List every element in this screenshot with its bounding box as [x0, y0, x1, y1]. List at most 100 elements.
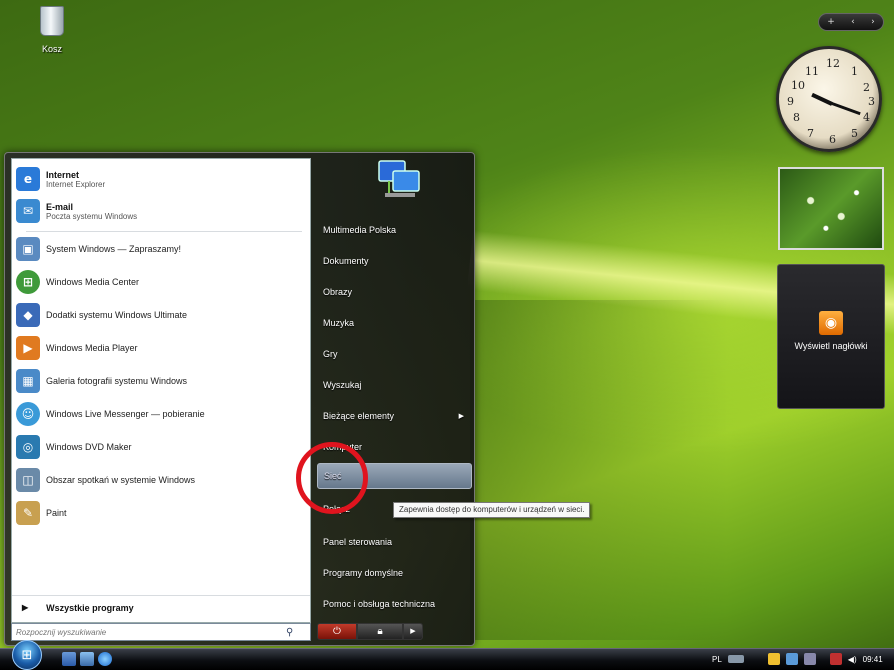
- photo-gallery-icon: ▦: [16, 369, 40, 393]
- menu-label: Gry: [323, 349, 338, 359]
- recent-label: Galeria fotografii systemu Windows: [46, 376, 188, 386]
- meeting-space-icon: ◫: [16, 468, 40, 492]
- shutdown-options-button[interactable]: ▶: [403, 623, 423, 640]
- recycle-bin[interactable]: Kosz: [28, 6, 76, 54]
- clock-gadget[interactable]: 12 1 2 3 4 5 6 7 8 9 10 11: [776, 46, 882, 152]
- clock-number: 2: [863, 81, 870, 94]
- recent-label: Windows Live Messenger — pobieranie: [46, 409, 205, 419]
- search-icon[interactable]: ⚲: [286, 627, 293, 638]
- menu-recent-items[interactable]: Bieżące elementy ▶: [317, 403, 472, 429]
- menu-label: Panel sterowania: [323, 537, 393, 547]
- clock-number: 11: [805, 65, 819, 78]
- recent-label: Obszar spotkań w systemie Windows: [46, 475, 196, 485]
- recent-welcome-center[interactable]: ▣ System Windows — Zapraszamy!: [16, 237, 306, 261]
- language-indicator[interactable]: PL: [712, 655, 722, 664]
- menu-user-folder[interactable]: Multimedia Polska: [317, 217, 472, 243]
- clock-number: 10: [791, 79, 805, 92]
- network-icon[interactable]: [785, 653, 798, 665]
- menu-search[interactable]: Wyszukaj: [317, 372, 472, 398]
- recent-media-player[interactable]: ▶ Windows Media Player: [16, 336, 306, 360]
- clock-number: 6: [829, 133, 836, 146]
- power-icon: ⏻: [333, 626, 341, 637]
- add-gadget-icon[interactable]: +: [827, 17, 835, 27]
- pinned-subtitle: Internet Explorer: [46, 179, 106, 189]
- recent-label: System Windows — Zapraszamy!: [46, 244, 182, 254]
- recycle-bin-icon: [40, 6, 64, 36]
- alert-icon[interactable]: [829, 653, 842, 665]
- clock-number: 12: [826, 57, 840, 70]
- recent-label: Paint: [46, 508, 67, 518]
- sidebar-icon[interactable]: [803, 653, 816, 665]
- lock-button[interactable]: 🔒︎: [357, 623, 403, 640]
- next-icon[interactable]: ›: [871, 17, 875, 27]
- slideshow-gadget[interactable]: [778, 167, 884, 250]
- system-tray: PL ◀) 09:41: [712, 650, 883, 668]
- recent-photo-gallery[interactable]: ▦ Galeria fotografii systemu Windows: [16, 369, 306, 393]
- menu-games[interactable]: Gry: [317, 341, 472, 367]
- chevron-right-icon: ▶: [410, 627, 416, 635]
- menu-help-support[interactable]: Pomoc i obsługa techniczna: [317, 591, 472, 617]
- menu-control-panel[interactable]: Panel sterowania: [317, 529, 472, 555]
- pinned-title: Internet: [46, 169, 80, 180]
- clock-number: 4: [863, 111, 870, 124]
- start-button[interactable]: ⊞: [12, 640, 42, 670]
- media-center-icon: ⊞: [16, 270, 40, 294]
- annotation-circle: [296, 442, 368, 514]
- pinned-internet[interactable]: e Internet Internet Explorer: [16, 167, 306, 191]
- menu-label: Wyszukaj: [323, 380, 362, 390]
- security-shield-icon[interactable]: [767, 653, 780, 665]
- recent-label: Windows DVD Maker: [46, 442, 132, 452]
- taskbar-clock[interactable]: 09:41: [863, 655, 883, 664]
- chevron-right-icon: ▶: [22, 603, 29, 612]
- start-search[interactable]: ⚲: [11, 623, 311, 641]
- internet-explorer-icon[interactable]: [98, 652, 112, 666]
- menu-music[interactable]: Muzyka: [317, 310, 472, 336]
- start-menu: e Internet Internet Explorer ✉ E-mail Po…: [4, 152, 475, 646]
- windows-logo-icon: ⊞: [21, 647, 33, 663]
- volume-icon[interactable]: ◀): [848, 655, 857, 664]
- clock-hour-hand: [811, 92, 833, 106]
- recent-dvd-maker[interactable]: ◎ Windows DVD Maker: [16, 435, 306, 459]
- recent-ultimate-extras[interactable]: ◆ Dodatki systemu Windows Ultimate: [16, 303, 306, 327]
- keyboard-icon[interactable]: [727, 655, 744, 663]
- pinned-email[interactable]: ✉ E-mail Poczta systemu Windows: [16, 199, 306, 223]
- messenger-icon: ☺: [16, 402, 40, 426]
- pinned-subtitle: Poczta systemu Windows: [46, 211, 138, 221]
- show-desktop-icon[interactable]: [62, 652, 76, 666]
- pinned-separator: [26, 231, 302, 232]
- clock-number: 5: [851, 127, 858, 140]
- pinned-title: E-mail: [46, 201, 74, 212]
- search-input[interactable]: [16, 627, 286, 637]
- menu-label: Pomoc i obsługa techniczna: [323, 599, 436, 609]
- menu-documents[interactable]: Dokumenty: [317, 248, 472, 274]
- recent-meeting-space[interactable]: ◫ Obszar spotkań w systemie Windows: [16, 468, 306, 492]
- menu-label: Bieżące elementy: [323, 411, 395, 421]
- clock-number: 9: [787, 95, 794, 108]
- prev-icon[interactable]: ‹: [851, 17, 855, 27]
- lock-icon: 🔒︎: [377, 626, 383, 637]
- recycle-bin-label: Kosz: [41, 44, 62, 54]
- clock-number: 7: [807, 127, 814, 140]
- chevron-right-icon: ▶: [458, 413, 464, 420]
- feed-headlines-gadget[interactable]: ◉ Wyświetl nagłówki: [777, 264, 885, 409]
- internet-explorer-icon: e: [16, 167, 40, 191]
- recent-media-center[interactable]: ⊞ Windows Media Center: [16, 270, 306, 294]
- welcome-center-icon: ▣: [16, 237, 40, 261]
- recent-paint[interactable]: ✎ Paint: [16, 501, 306, 525]
- recent-messenger[interactable]: ☺ Windows Live Messenger — pobieranie: [16, 402, 306, 426]
- clock-number: 1: [851, 65, 858, 78]
- clock-minute-hand: [831, 102, 861, 116]
- network-user-picture-icon[interactable]: [375, 157, 425, 203]
- feed-headlines-label: Wyświetl nagłówki: [794, 341, 868, 351]
- power-button[interactable]: ⏻: [317, 623, 357, 640]
- menu-pictures[interactable]: Obrazy: [317, 279, 472, 305]
- switch-windows-icon[interactable]: [80, 652, 94, 666]
- all-programs-label: Wszystkie programy: [46, 602, 134, 613]
- paint-icon: ✎: [16, 501, 40, 525]
- sidebar-controls[interactable]: + ‹ ›: [818, 13, 884, 31]
- menu-label: Obrazy: [323, 287, 353, 297]
- all-programs-button[interactable]: ▶ Wszystkie programy: [12, 595, 310, 619]
- menu-default-programs[interactable]: Programy domyślne: [317, 560, 472, 586]
- menu-label: Multimedia Polska: [323, 225, 397, 235]
- media-player-icon: ▶: [16, 336, 40, 360]
